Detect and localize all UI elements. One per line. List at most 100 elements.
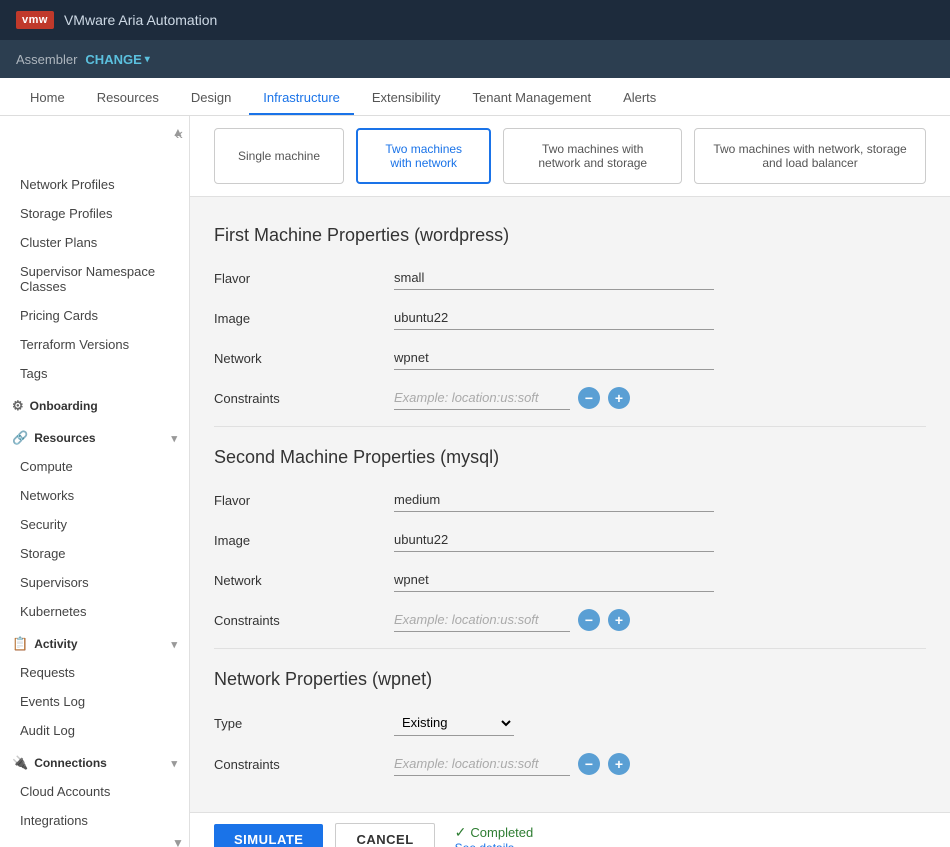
sidebar-item-network-profiles[interactable]: Network Profiles <box>0 170 189 199</box>
network-props-title: Network Properties (wpnet) <box>214 669 926 690</box>
sidebar-label-kubernetes: Kubernetes <box>20 604 87 619</box>
first-machine-image-input[interactable] <box>394 306 714 330</box>
second-machine-constraints-input[interactable] <box>394 608 570 632</box>
second-machine-title: Second Machine Properties (mysql) <box>214 447 926 468</box>
sidebar-item-cloud-accounts[interactable]: Cloud Accounts <box>0 777 189 806</box>
second-machine-network-input[interactable] <box>394 568 714 592</box>
top-bar: vmw VMware Aria Automation <box>0 0 950 40</box>
second-machine-flavor-label: Flavor <box>214 493 374 508</box>
sidebar-group-activity-label: Activity <box>34 637 77 651</box>
network-constraints-container: − + <box>394 752 630 776</box>
sidebar-item-supervisor-namespace[interactable]: Supervisor Namespace Classes <box>0 257 189 301</box>
second-machine-flavor-row: Flavor <box>214 488 926 512</box>
sidebar-label-storage-profiles: Storage Profiles <box>20 206 113 221</box>
second-machine-constraints-container: − + <box>394 608 630 632</box>
sidebar-item-storage[interactable]: Storage <box>0 539 189 568</box>
sidebar-item-tags[interactable]: Tags <box>0 359 189 388</box>
first-machine-constraints-plus-button[interactable]: + <box>608 387 630 409</box>
sidebar-label-pricing-cards: Pricing Cards <box>20 308 98 323</box>
template-single-machine[interactable]: Single machine <box>214 128 344 184</box>
template-selector: Single machine Two machines with network… <box>190 116 950 197</box>
assembler-label: Assembler <box>16 52 77 67</box>
sidebar-item-events-log[interactable]: Events Log <box>0 687 189 716</box>
sidebar-label-integrations: Integrations <box>20 813 88 828</box>
cancel-button[interactable]: CANCEL <box>335 823 434 847</box>
first-machine-image-label: Image <box>214 311 374 326</box>
first-machine-constraints-label: Constraints <box>214 391 374 406</box>
sidebar-item-supervisors[interactable]: Supervisors <box>0 568 189 597</box>
sidebar-item-integrations[interactable]: Integrations <box>0 806 189 835</box>
template-single-machine-label: Single machine <box>238 149 320 163</box>
sidebar-item-terraform-versions[interactable]: Terraform Versions <box>0 330 189 359</box>
sidebar-item-requests[interactable]: Requests <box>0 658 189 687</box>
section-divider-1 <box>214 426 926 427</box>
network-constraints-plus-button[interactable]: + <box>608 753 630 775</box>
second-machine-constraints-minus-button[interactable]: − <box>578 609 600 631</box>
sidebar-item-cluster-plans[interactable]: Cluster Plans <box>0 228 189 257</box>
second-machine-image-input[interactable] <box>394 528 714 552</box>
first-machine-constraints-input[interactable] <box>394 386 570 410</box>
first-machine-network-input[interactable] <box>394 346 714 370</box>
first-machine-flavor-row: Flavor <box>214 266 926 290</box>
sidebar-item-audit-log[interactable]: Audit Log <box>0 716 189 745</box>
connections-icon: 🔌 <box>12 755 28 771</box>
sidebar-item-security[interactable]: Security <box>0 510 189 539</box>
sidebar-item-pricing-cards[interactable]: Pricing Cards <box>0 301 189 330</box>
second-machine-network-label: Network <box>214 573 374 588</box>
sidebar-label-tags: Tags <box>20 366 47 381</box>
sidebar-item-kubernetes[interactable]: Kubernetes <box>0 597 189 626</box>
simulate-button[interactable]: SIMULATE <box>214 824 323 847</box>
network-type-label: Type <box>214 716 374 731</box>
sidebar-scroll-up-button[interactable]: ▲ <box>170 124 186 140</box>
connections-chevron-icon: ▾ <box>171 757 177 770</box>
sidebar-item-networks[interactable]: Networks <box>0 481 189 510</box>
change-button[interactable]: CHANGE ▾ <box>85 52 149 67</box>
sidebar-group-connections[interactable]: 🔌 Connections ▾ <box>0 745 189 777</box>
network-constraints-input[interactable] <box>394 752 570 776</box>
sidebar-label-supervisors: Supervisors <box>20 575 89 590</box>
sidebar-group-activity[interactable]: 📋 Activity ▾ <box>0 626 189 658</box>
network-constraints-minus-button[interactable]: − <box>578 753 600 775</box>
content-area: Single machine Two machines with network… <box>190 116 950 847</box>
second-machine-constraints-plus-button[interactable]: + <box>608 609 630 631</box>
change-label: CHANGE <box>85 52 141 67</box>
second-machine-constraints-row: Constraints − + <box>214 608 926 632</box>
tab-infrastructure[interactable]: Infrastructure <box>249 82 354 115</box>
template-two-machines-network-label: Two machines with network <box>374 142 473 170</box>
activity-icon: 📋 <box>12 636 28 652</box>
sidebar-group-connections-label: Connections <box>34 756 107 770</box>
sidebar-label-events-log: Events Log <box>20 694 85 709</box>
tab-tenant-management[interactable]: Tenant Management <box>459 82 606 115</box>
check-icon: ✓ <box>455 824 467 841</box>
template-two-machines-network[interactable]: Two machines with network <box>356 128 491 184</box>
sidebar-item-compute[interactable]: Compute <box>0 452 189 481</box>
sidebar-scroll-down-button[interactable]: ▼ <box>170 835 186 847</box>
sidebar-item-storage-profiles[interactable]: Storage Profiles <box>0 199 189 228</box>
tab-alerts[interactable]: Alerts <box>609 82 670 115</box>
first-machine-network-row: Network <box>214 346 926 370</box>
nav-tabs: Home Resources Design Infrastructure Ext… <box>0 78 950 116</box>
network-type-row: Type Existing New Outbound <box>214 710 926 736</box>
sidebar-group-onboarding[interactable]: ⚙ Onboarding <box>0 388 189 420</box>
tab-extensibility[interactable]: Extensibility <box>358 82 455 115</box>
template-two-machines-lb-label: Two machines with network, storage and l… <box>711 142 909 170</box>
first-machine-constraints-container: − + <box>394 386 630 410</box>
first-machine-flavor-input[interactable] <box>394 266 714 290</box>
sidebar-group-resources[interactable]: 🔗 Resources ▾ <box>0 420 189 452</box>
main-layout: « ▲ Network Profiles Storage Profiles Cl… <box>0 116 950 847</box>
second-machine-flavor-input[interactable] <box>394 488 714 512</box>
sidebar-label-compute: Compute <box>20 459 73 474</box>
tab-design[interactable]: Design <box>177 82 245 115</box>
first-machine-image-row: Image <box>214 306 926 330</box>
template-two-machines-storage[interactable]: Two machines with network and storage <box>503 128 682 184</box>
tab-resources[interactable]: Resources <box>83 82 173 115</box>
sidebar-label-networks: Networks <box>20 488 74 503</box>
first-machine-constraints-minus-button[interactable]: − <box>578 387 600 409</box>
tab-home[interactable]: Home <box>16 82 79 115</box>
template-two-machines-lb[interactable]: Two machines with network, storage and l… <box>694 128 926 184</box>
see-details-link[interactable]: See details. <box>455 841 534 847</box>
onboarding-icon: ⚙ <box>12 398 24 414</box>
network-type-select[interactable]: Existing New Outbound <box>394 710 514 736</box>
template-two-machines-storage-label: Two machines with network and storage <box>520 142 665 170</box>
section-divider-2 <box>214 648 926 649</box>
